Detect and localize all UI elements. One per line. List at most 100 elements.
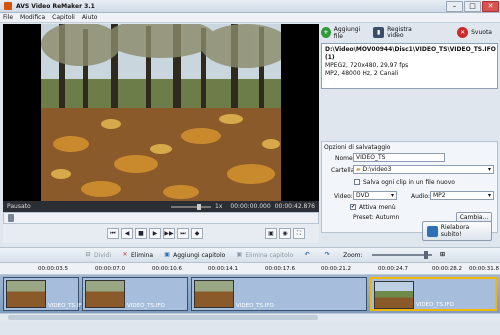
marker-icon[interactable]: ◆ xyxy=(191,228,203,239)
step-forward-icon[interactable]: ▶▶ xyxy=(163,228,175,239)
prev-chapter-icon[interactable]: ⏮ xyxy=(107,228,119,239)
file-path: D:\Video\MOV00944\Disc1\VIDEO_TS\VIDEO_T… xyxy=(325,46,496,61)
split-button[interactable]: ⊟ Dividi xyxy=(84,251,111,259)
add-chapter-icon: ▣ xyxy=(164,251,170,258)
clear-icon: ✕ xyxy=(457,27,469,38)
ruler-tick: 00:00:10.6 xyxy=(152,266,182,272)
bottom-area xyxy=(0,321,500,335)
clear-button[interactable]: ✕ Svuota xyxy=(457,27,492,38)
split-icon: ⊟ xyxy=(85,251,91,258)
menu-label: Attiva menù xyxy=(359,204,396,211)
screen-icon[interactable]: ▣ xyxy=(265,228,277,239)
ruler-tick: 00:00:07.0 xyxy=(95,266,125,272)
timeline-zoom-slider[interactable] xyxy=(372,251,433,259)
delete-button[interactable]: ✕ Elimina xyxy=(121,251,153,259)
menu-capitoli[interactable]: Capitoli xyxy=(52,14,75,21)
file-toolbar: + Aggiungi file ▮ Registra video ✕ Svuot… xyxy=(321,24,498,41)
preset-label: Preset: Autumn xyxy=(353,214,400,221)
video-format-select[interactable]: DVD xyxy=(353,191,397,200)
timeline-toolbar: ⊟ Dividi ✕ Elimina ▣ Aggiungi capitolo ▣ Eli… xyxy=(0,247,500,263)
title-bar: AVS Video ReMaker 3.1 – □ ✕ xyxy=(0,0,500,13)
timeline-track: VIDEO_TS.IFO VIDEO_TS.IFO VIDEO_TS.IFO V… xyxy=(0,275,500,313)
video-format-label: Video: xyxy=(334,193,353,200)
delete-chapter-button[interactable]: ▣ Elimina capitolo xyxy=(235,251,293,259)
zoom-label: Zoom: xyxy=(343,251,363,259)
ruler-tick: 00:00:17.6 xyxy=(265,266,295,272)
save-options-title: Opzioni di salvataggio xyxy=(324,144,391,151)
seek-bar[interactable] xyxy=(3,212,319,224)
next-chapter-icon[interactable]: ⏭ xyxy=(177,228,189,239)
camera-icon: ▮ xyxy=(373,27,385,38)
timeline-scroll-thumb[interactable] xyxy=(8,315,318,320)
fullscreen-icon[interactable]: ⛶ xyxy=(293,228,305,239)
ruler-tick: 00:00:31.8 xyxy=(469,266,499,272)
delete-chapter-icon: ▣ xyxy=(236,251,243,258)
stop-icon[interactable]: ■ xyxy=(135,228,147,239)
menu-file[interactable]: File xyxy=(3,14,13,21)
add-chapter-button[interactable]: ▣ Aggiungi capitolo xyxy=(163,251,225,259)
ruler-tick: 00:00:14.1 xyxy=(208,266,238,272)
player-status-bar: Pausato 1x 00:00:00.000 00:00:42.876 xyxy=(3,201,319,212)
clip-label: VIDEO_TS.IFO xyxy=(48,303,86,309)
ruler-tick: 00:00:24.7 xyxy=(378,266,408,272)
snapshot-icon[interactable]: ◉ xyxy=(279,228,291,239)
clip-label: VIDEO_TS.IFO xyxy=(236,303,274,309)
audio-info: MP2, 48000 Hz, 2 Canali xyxy=(325,70,399,77)
clip-label: VIDEO_TS.IFO xyxy=(416,302,454,308)
redo-icon: ↷ xyxy=(324,251,330,258)
record-video-button[interactable]: ▮ Registra video xyxy=(373,26,417,39)
clip-thumbnail xyxy=(374,281,414,309)
maximize-button[interactable]: □ xyxy=(464,0,481,12)
timeline-clip[interactable]: VIDEO_TS.IFO xyxy=(3,277,86,311)
redo-button[interactable]: ↷ xyxy=(323,251,333,259)
fit-icon[interactable]: ⊞ xyxy=(438,251,446,259)
clip-thumbnail xyxy=(194,280,234,308)
rebuild-icon xyxy=(427,225,438,237)
play-icon[interactable]: ▶ xyxy=(149,228,161,239)
menu-aiuto[interactable]: Aiuto xyxy=(82,14,98,21)
rebuild-button[interactable]: Rielabora subito! xyxy=(422,221,492,241)
time-total: 00:00:42.876 xyxy=(274,203,315,210)
time-current: 00:00:00.000 xyxy=(230,203,271,210)
folder-select[interactable]: ▰ D:\video3 xyxy=(353,165,494,174)
plus-icon: + xyxy=(321,27,331,38)
seek-thumb[interactable] xyxy=(8,214,14,222)
step-back-icon[interactable]: ◀ xyxy=(121,228,133,239)
each-clip-label: Salva ogni clip in un file nuovo xyxy=(363,179,455,186)
menu-checkbox[interactable]: ✔ xyxy=(350,204,356,210)
zoom-level: 1x xyxy=(215,203,223,210)
clip-label: VIDEO_TS.IFO xyxy=(127,303,165,309)
file-info[interactable]: D:\Video\MOV00944\Disc1\VIDEO_TS\VIDEO_T… xyxy=(321,43,498,89)
video-info: MPEG2, 720x480, 29,97 fps xyxy=(325,62,409,69)
window-title: AVS Video ReMaker 3.1 xyxy=(16,2,95,10)
close-button[interactable]: ✕ xyxy=(482,0,499,12)
name-field[interactable]: VIDEO_TS xyxy=(353,153,445,162)
delete-icon: ✕ xyxy=(122,251,128,258)
menu-modifica[interactable]: Modifica xyxy=(20,14,45,21)
save-options: Opzioni di salvataggio Nome: VIDEO_TS Ca… xyxy=(321,141,498,233)
menu-bar: File Modifica Capitoli Aiuto xyxy=(0,13,500,23)
ruler-tick: 00:00:03.5 xyxy=(38,266,68,272)
timeline-clip[interactable]: VIDEO_TS.IFO xyxy=(82,277,188,311)
timeline-clip-selected[interactable]: VIDEO_TS.IFO xyxy=(370,277,497,311)
audio-format-label: Audio: xyxy=(411,193,431,200)
name-label: Nome: xyxy=(335,155,355,162)
timeline-ruler: 00:00:03.5 00:00:07.0 00:00:10.6 00:00:1… xyxy=(0,263,500,275)
player-controls: ⏮ ◀ ■ ▶ ▶▶ ⏭ ◆ ▣ ◉ ⛶ xyxy=(3,224,319,243)
right-panel: + Aggiungi file ▮ Registra video ✕ Svuot… xyxy=(321,24,498,243)
ruler-tick: 00:00:21.2 xyxy=(321,266,351,272)
app-icon xyxy=(4,2,12,10)
timeline-scrollbar[interactable] xyxy=(0,313,500,321)
undo-button[interactable]: ↶ xyxy=(303,251,313,259)
volume-slider[interactable] xyxy=(171,203,211,210)
player-state: Pausato xyxy=(7,203,31,210)
timeline-clip[interactable]: VIDEO_TS.IFO xyxy=(191,277,367,311)
clip-thumbnail xyxy=(6,280,46,308)
each-clip-checkbox[interactable] xyxy=(354,179,360,185)
video-preview xyxy=(3,24,319,201)
add-file-button[interactable]: + Aggiungi file xyxy=(321,26,367,40)
audio-format-select[interactable]: MP2 xyxy=(430,191,494,200)
undo-icon: ↶ xyxy=(304,251,310,258)
minimize-button[interactable]: – xyxy=(446,0,463,12)
